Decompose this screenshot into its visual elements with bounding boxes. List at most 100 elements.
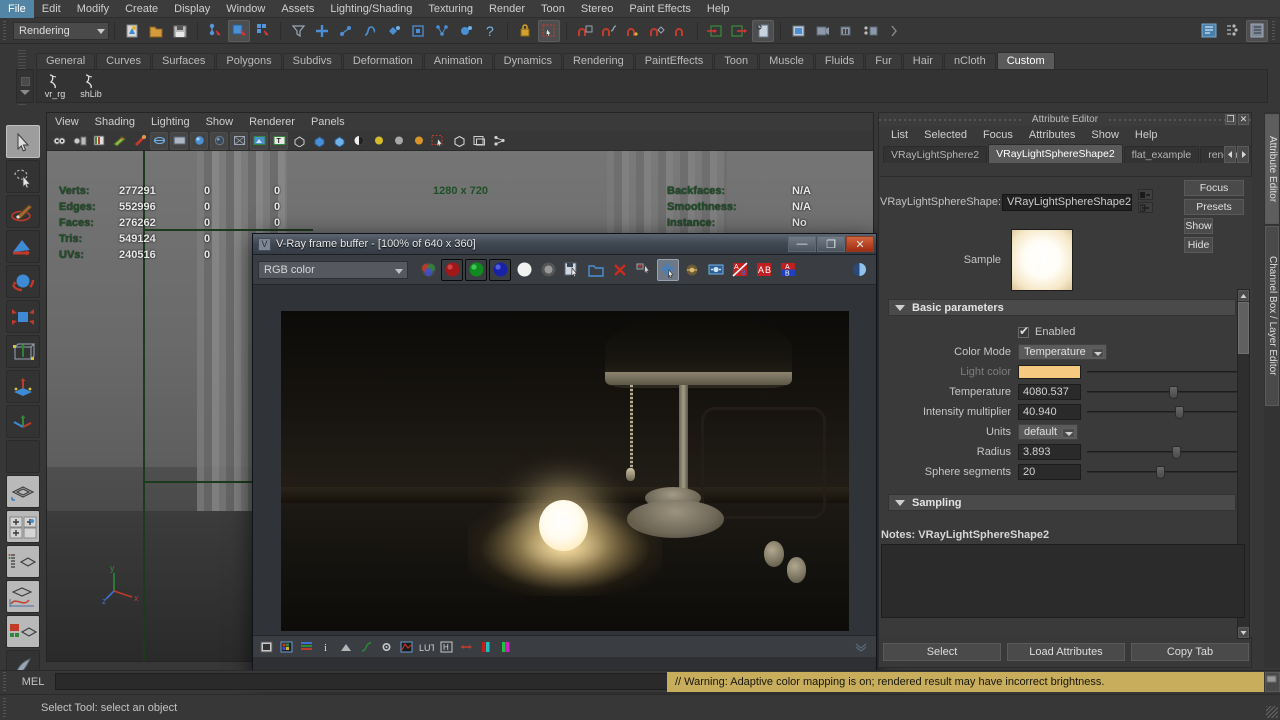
enabled-checkbox[interactable]: [1018, 324, 1029, 338]
select-tool-icon[interactable]: [6, 125, 40, 158]
output-node-icon[interactable]: [1138, 202, 1153, 213]
attr-combo-units[interactable]: default: [1018, 424, 1079, 440]
viewport-menu-view[interactable]: View: [47, 113, 87, 131]
wireframe-lighting-icon[interactable]: [290, 132, 308, 150]
magnet-grid-icon[interactable]: [573, 20, 595, 42]
shelf-tab-dynamics[interactable]: Dynamics: [493, 53, 562, 69]
text-display-icon[interactable]: T: [270, 131, 288, 150]
sample-swatch[interactable]: [1011, 229, 1073, 291]
slider-thumb[interactable]: [1171, 446, 1181, 459]
node-name-input[interactable]: VRayLightSphereShape2: [1002, 193, 1132, 211]
attr-slider-temperature[interactable]: [1087, 384, 1244, 400]
two-d-pan-zoom-icon[interactable]: [110, 132, 128, 150]
ae-menu-show[interactable]: Show: [1083, 129, 1127, 141]
scrollbar-thumb[interactable]: [1238, 302, 1249, 354]
ae-button-select[interactable]: Select: [883, 643, 1001, 661]
section-sampling[interactable]: Sampling: [888, 494, 1236, 511]
attr-slider-radius[interactable]: [1087, 444, 1244, 460]
show-alpha-channel-icon[interactable]: [513, 259, 535, 281]
resize-grip-icon[interactable]: [1266, 706, 1278, 718]
vfb-gear-icon[interactable]: [379, 639, 394, 654]
render-globals-icon[interactable]: [455, 20, 477, 42]
scroll-down-icon[interactable]: [1238, 627, 1249, 638]
attr-combo-color-mode[interactable]: Temperature: [1018, 344, 1107, 360]
render-sequence-icon[interactable]: [859, 20, 881, 42]
render-last-icon[interactable]: [681, 259, 703, 281]
viewport-menu-shading[interactable]: Shading: [87, 113, 143, 131]
vfb-channel-red-cyan-icon[interactable]: [479, 639, 494, 654]
minimize-button[interactable]: —: [788, 236, 816, 252]
shelf-options-block[interactable]: [16, 69, 34, 103]
show-manipulator-tool-icon[interactable]: [6, 405, 40, 438]
menu-file[interactable]: File: [0, 0, 34, 18]
universal-manipulator-icon[interactable]: [6, 335, 40, 368]
shelf-tab-polygons[interactable]: Polygons: [216, 53, 282, 69]
vfb-srgb-icon[interactable]: H: [439, 639, 454, 654]
isolate-select-icon[interactable]: [430, 132, 448, 150]
snap-point-icon[interactable]: [359, 20, 381, 42]
vtab-attribute-editor[interactable]: Attribute Editor: [1265, 114, 1279, 224]
xray-active-components-icon[interactable]: [470, 132, 488, 150]
shelf-menu-square-icon[interactable]: [20, 77, 30, 86]
notes-textarea[interactable]: [881, 544, 1245, 618]
ab-compare-split-icon[interactable]: AB: [729, 259, 751, 281]
render-current-frame-icon[interactable]: [787, 20, 809, 42]
shelf-tab-rendering[interactable]: Rendering: [562, 53, 634, 69]
show-blue-channel-icon[interactable]: [489, 258, 511, 281]
track-mouse-icon[interactable]: [633, 259, 655, 281]
shelf-tab-custom[interactable]: Custom: [996, 52, 1055, 69]
vray-frame-buffer-window[interactable]: V V-Ray frame buffer - [100% of 640 x 36…: [252, 233, 877, 678]
snap-projection-icon[interactable]: [383, 20, 405, 42]
stereo-view-icon[interactable]: [705, 259, 727, 281]
menu-window[interactable]: Window: [218, 0, 273, 18]
new-scene-icon[interactable]: [121, 20, 143, 42]
attr-slider-intensity-multiplier[interactable]: [1087, 404, 1244, 420]
selection-mask-icon[interactable]: [538, 19, 560, 42]
shelf-tab-subdivs[interactable]: Subdivs: [282, 53, 342, 69]
vfb-pixel-aspect-icon[interactable]: [459, 639, 474, 654]
slider-thumb[interactable]: [1168, 386, 1178, 399]
ab-compare-horizontal-icon[interactable]: AB: [753, 259, 775, 281]
menu-render[interactable]: Render: [481, 0, 533, 18]
channel-box-toggle-icon[interactable]: [1246, 19, 1268, 42]
load-image-icon[interactable]: [585, 259, 607, 281]
save-scene-icon[interactable]: [169, 20, 191, 42]
shelf-tab-animation[interactable]: Animation: [423, 53, 493, 69]
output-connection-icon[interactable]: [728, 20, 750, 42]
vtab-channel-box[interactable]: Channel Box / Layer Editor: [1265, 226, 1279, 406]
menu-set-selector[interactable]: Rendering: [13, 21, 109, 40]
attr-field-temperature[interactable]: 4080.537: [1018, 384, 1081, 400]
ab-compare-vertical-icon[interactable]: AB: [777, 259, 799, 281]
toolbar-overflow-icon[interactable]: [883, 20, 905, 42]
shadows-icon[interactable]: [350, 132, 368, 150]
last-tool-slot[interactable]: [6, 440, 40, 473]
move-tool-icon[interactable]: [6, 230, 40, 263]
four-view-layout-icon[interactable]: [6, 510, 40, 543]
shelf-tab-toon[interactable]: Toon: [714, 53, 759, 69]
construction-history-toggle-icon[interactable]: [752, 19, 774, 42]
select-camera-icon[interactable]: [50, 132, 68, 150]
menu-paint-effects[interactable]: Paint Effects: [621, 0, 699, 18]
close-button[interactable]: ✕: [846, 236, 874, 252]
single-perspective-layout-icon[interactable]: [6, 475, 40, 508]
shelf-tab-deformation[interactable]: Deformation: [342, 53, 423, 69]
region-render-icon[interactable]: [657, 258, 679, 281]
attr-slider-sphere-segments[interactable]: [1087, 464, 1244, 480]
ae-button-copy-tab[interactable]: Copy Tab: [1131, 643, 1249, 661]
shelf-tab-painteffects[interactable]: PaintEffects: [634, 53, 714, 69]
menu-stereo[interactable]: Stereo: [573, 0, 621, 18]
shelf-tab-curves[interactable]: Curves: [96, 53, 151, 69]
menu-lighting-shading[interactable]: Lighting/Shading: [322, 0, 420, 18]
vfb-info-icon[interactable]: i: [319, 639, 334, 654]
all-lights-icon[interactable]: [330, 132, 348, 150]
outliner-persp-layout-icon[interactable]: [6, 545, 40, 578]
soft-modification-tool-icon[interactable]: [6, 370, 40, 403]
snap-viewplane-icon[interactable]: [407, 20, 429, 42]
ae-menu-selected[interactable]: Selected: [916, 129, 975, 141]
viewport-menu-lighting[interactable]: Lighting: [143, 113, 198, 131]
snap-grid-icon[interactable]: [311, 20, 333, 42]
monochrome-icon[interactable]: [537, 259, 559, 281]
shelf-item-shlib[interactable]: shLib: [73, 70, 109, 102]
ae-tab-vraylightsphere2[interactable]: VRayLightSphere2: [883, 146, 988, 163]
attr-field-radius[interactable]: 3.893: [1018, 444, 1081, 460]
